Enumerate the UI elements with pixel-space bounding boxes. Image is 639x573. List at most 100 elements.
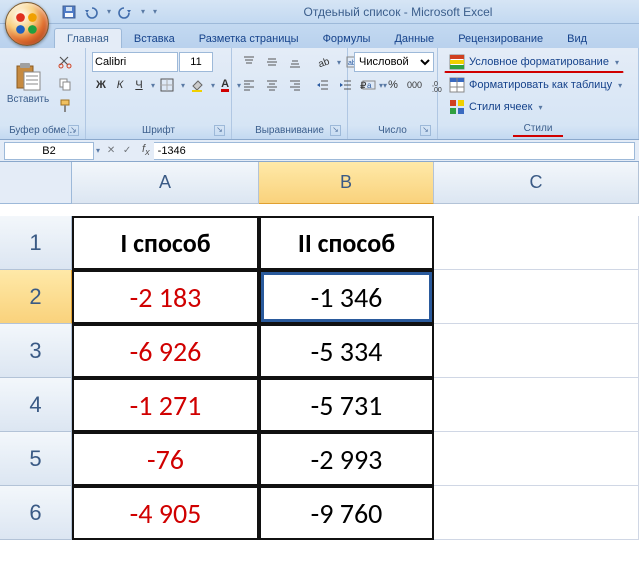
svg-text:ab: ab — [317, 56, 330, 69]
accounting-format-button[interactable]: ₽ — [354, 75, 376, 95]
orientation-icon: ab — [316, 55, 330, 69]
redo-dropdown-icon[interactable]: ▾ — [141, 7, 145, 16]
cell-C5[interactable] — [434, 432, 639, 486]
align-top-button[interactable] — [238, 52, 260, 72]
font-name-combobox[interactable] — [92, 52, 178, 72]
enter-icon[interactable]: ✓ — [120, 144, 134, 158]
number-launcher-icon[interactable]: ↘ — [420, 125, 431, 136]
formula-input[interactable] — [154, 142, 635, 160]
namebox-dropdown-icon[interactable]: ▾ — [96, 146, 100, 155]
orientation-button[interactable]: ab — [312, 52, 334, 72]
percent-button[interactable]: % — [384, 75, 402, 95]
cell-B1[interactable]: II способ — [259, 216, 434, 270]
formula-bar: ▾ ✕ ✓ fx — [0, 140, 639, 162]
formula-bar-buttons: ✕ ✓ — [104, 144, 134, 158]
cell-styles-button[interactable]: Стили ячеек ▾ — [444, 97, 548, 117]
copy-icon — [58, 77, 72, 91]
chevron-down-icon: ▾ — [538, 103, 542, 112]
worksheet-grid[interactable]: A B C 1 I способ II способ 2 -2 183 -1 3… — [0, 162, 639, 540]
tab-formulas[interactable]: Формулы — [311, 29, 383, 48]
group-label-alignment: Выравнивание↘ — [238, 125, 341, 137]
tab-review[interactable]: Рецензирование — [446, 29, 555, 48]
row-header-4[interactable]: 4 — [0, 378, 72, 432]
bucket-icon — [190, 78, 204, 92]
chevron-down-icon: ▾ — [618, 81, 622, 90]
clipboard-launcher-icon[interactable]: ↘ — [68, 125, 79, 136]
group-label-styles: Стили — [513, 123, 563, 137]
borders-icon — [160, 78, 174, 92]
redo-icon[interactable] — [117, 4, 133, 20]
align-center-button[interactable] — [261, 75, 283, 95]
cell-B6[interactable]: -9 760 — [259, 486, 434, 540]
cell-C3[interactable] — [434, 324, 639, 378]
group-number: Числовой ₽ ▾ % 000 ,0,00 ,00,0 Число↘ — [348, 48, 438, 139]
alignment-launcher-icon[interactable]: ↘ — [330, 125, 341, 136]
font-launcher-icon[interactable]: ↘ — [214, 125, 225, 136]
row-header-5[interactable]: 5 — [0, 432, 72, 486]
cell-A4[interactable]: -1 271 — [72, 378, 259, 432]
cell-C1[interactable] — [434, 216, 639, 270]
column-header-A[interactable]: A — [72, 162, 259, 204]
cell-A5[interactable]: -76 — [72, 432, 259, 486]
underline-button[interactable]: Ч — [130, 75, 148, 95]
font-size-combobox[interactable] — [179, 52, 213, 72]
cell-B4[interactable]: -5 731 — [259, 378, 434, 432]
cell-C6[interactable] — [434, 486, 639, 540]
italic-button[interactable]: К — [111, 75, 129, 95]
fill-color-dropdown-icon[interactable]: ▾ — [211, 81, 215, 90]
tab-data[interactable]: Данные — [382, 29, 446, 48]
conditional-formatting-button[interactable]: Условное форматирование ▾ — [444, 52, 624, 73]
row-header-1[interactable]: 1 — [0, 216, 72, 270]
cell-B2[interactable]: -1 346 — [259, 270, 434, 324]
row-header-6[interactable]: 6 — [0, 486, 72, 540]
tab-page-layout[interactable]: Разметка страницы — [187, 29, 311, 48]
fill-color-button[interactable] — [186, 75, 208, 95]
tab-home[interactable]: Главная — [54, 28, 122, 48]
cut-button[interactable] — [54, 52, 76, 72]
borders-button[interactable] — [156, 75, 178, 95]
tab-insert[interactable]: Вставка — [122, 29, 187, 48]
align-right-button[interactable] — [284, 75, 306, 95]
cancel-icon[interactable]: ✕ — [104, 144, 118, 158]
paste-button[interactable]: Вставить — [6, 52, 50, 114]
number-format-combobox[interactable]: Числовой — [354, 52, 434, 72]
format-as-table-button[interactable]: Форматировать как таблицу ▾ — [444, 75, 627, 95]
cell-styles-label: Стили ячеек — [469, 101, 532, 113]
orientation-dropdown-icon[interactable]: ▾ — [337, 58, 341, 67]
cell-A1[interactable]: I способ — [72, 216, 259, 270]
align-left-button[interactable] — [238, 75, 260, 95]
underline-dropdown-icon[interactable]: ▾ — [151, 81, 155, 90]
column-header-C[interactable]: C — [434, 162, 639, 204]
borders-dropdown-icon[interactable]: ▾ — [181, 81, 185, 90]
undo-icon[interactable] — [83, 4, 99, 20]
office-logo-icon — [14, 11, 40, 37]
column-header-B[interactable]: B — [259, 162, 434, 204]
select-all-corner[interactable] — [0, 162, 72, 204]
conditional-formatting-label: Условное форматирование — [469, 56, 609, 68]
name-box[interactable] — [4, 142, 94, 160]
decrease-indent-button[interactable] — [312, 75, 334, 95]
fx-icon[interactable]: fx — [142, 143, 150, 157]
cell-C2[interactable] — [434, 270, 639, 324]
save-icon[interactable] — [61, 4, 77, 20]
office-button[interactable] — [5, 2, 49, 46]
accounting-dropdown-icon[interactable]: ▾ — [379, 81, 383, 90]
cell-A2[interactable]: -2 183 — [72, 270, 259, 324]
cell-B5[interactable]: -2 993 — [259, 432, 434, 486]
bold-button[interactable]: Ж — [92, 75, 110, 95]
align-middle-button[interactable] — [261, 52, 283, 72]
cell-A3[interactable]: -6 926 — [72, 324, 259, 378]
align-bottom-button[interactable] — [284, 52, 306, 72]
format-painter-button[interactable] — [54, 96, 76, 116]
cell-B3[interactable]: -5 334 — [259, 324, 434, 378]
tab-view[interactable]: Вид — [555, 29, 599, 48]
title-bar: ▾ ▾ ▾ Отдеьный список - Microsoft Excel — [0, 0, 639, 24]
cell-A6[interactable]: -4 905 — [72, 486, 259, 540]
undo-dropdown-icon[interactable]: ▾ — [107, 7, 111, 16]
copy-button[interactable] — [54, 74, 76, 94]
cell-C4[interactable] — [434, 378, 639, 432]
group-alignment: ab ▾ ab a ▾ Выравнивание↘ — [232, 48, 348, 139]
row-header-3[interactable]: 3 — [0, 324, 72, 378]
row-header-2[interactable]: 2 — [0, 270, 72, 324]
comma-style-button[interactable]: 000 — [403, 75, 426, 95]
